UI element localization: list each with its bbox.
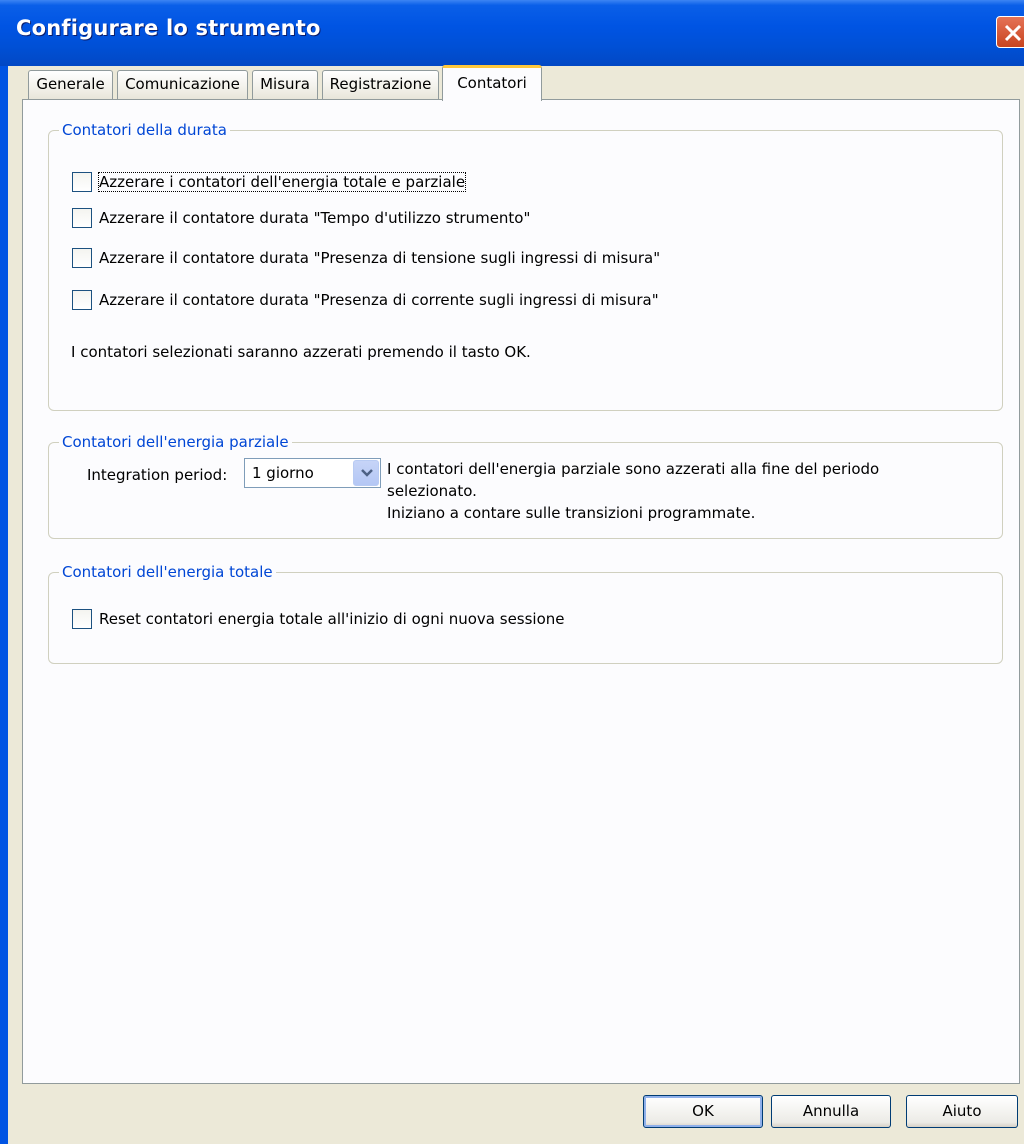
tab-registrazione[interactable]: Registrazione: [322, 70, 439, 99]
checkbox-label[interactable]: Azzerare i contatori dell'energia totale…: [97, 172, 467, 192]
group-totale-legend: Contatori dell'energia totale: [59, 562, 276, 582]
tab-contatori[interactable]: Contatori: [442, 65, 542, 101]
partial-info-line2: selezionato.: [387, 482, 477, 500]
tab-generale[interactable]: Generale: [28, 70, 113, 99]
checkbox-label[interactable]: Reset contatori energia totale all'inizi…: [99, 610, 565, 628]
group-durata-legend: Contatori della durata: [59, 120, 230, 140]
checkbox-row-reset-current-presence[interactable]: Azzerare il contatore durata "Presenza d…: [72, 289, 659, 311]
close-icon: [1004, 24, 1022, 42]
checkbox-row-reset-usage-time[interactable]: Azzerare il contatore durata "Tempo d'ut…: [72, 207, 530, 229]
window-title: Configurare lo strumento: [16, 16, 321, 40]
tab-comunicazione[interactable]: Comunicazione: [117, 70, 248, 99]
checkbox-label[interactable]: Azzerare il contatore durata "Presenza d…: [99, 291, 659, 309]
chevron-down-icon: [361, 469, 373, 477]
integration-period-label: Integration period:: [87, 466, 228, 484]
title-bar[interactable]: Configurare lo strumento: [0, 0, 1024, 66]
checkbox-label[interactable]: Azzerare il contatore durata "Presenza d…: [99, 249, 660, 267]
integration-period-value: 1 giorno: [252, 464, 314, 482]
checkbox-row-reset-total-session[interactable]: Reset contatori energia totale all'inizi…: [72, 608, 565, 630]
group-parziale: Contatori dell'energia parziale: [48, 432, 1003, 539]
checkbox[interactable]: [72, 172, 92, 192]
cancel-button[interactable]: Annulla: [771, 1095, 891, 1128]
tab-misura[interactable]: Misura: [252, 70, 318, 99]
checkbox-row-reset-voltage-presence[interactable]: Azzerare il contatore durata "Presenza d…: [72, 247, 660, 269]
checkbox[interactable]: [72, 208, 92, 228]
partial-info-line3: Iniziano a contare sulle transizioni pro…: [387, 504, 756, 522]
ok-button[interactable]: OK: [643, 1095, 763, 1128]
window-border: [0, 66, 8, 1144]
group-parziale-legend: Contatori dell'energia parziale: [59, 432, 292, 452]
checkbox[interactable]: [72, 609, 92, 629]
dialog-window: Configurare lo strumento Generale Comuni…: [0, 0, 1024, 1144]
dropdown-button[interactable]: [353, 460, 379, 486]
reset-note: I contatori selezionati saranno azzerati…: [71, 343, 531, 361]
checkbox[interactable]: [72, 248, 92, 268]
checkbox-row-reset-energy[interactable]: Azzerare i contatori dell'energia totale…: [72, 171, 467, 193]
checkbox[interactable]: [72, 290, 92, 310]
checkbox-label[interactable]: Azzerare il contatore durata "Tempo d'ut…: [99, 209, 530, 227]
close-button[interactable]: [996, 16, 1024, 48]
help-button[interactable]: Aiuto: [906, 1095, 1018, 1128]
partial-info-line1: I contatori dell'energia parziale sono a…: [387, 460, 880, 478]
integration-period-select[interactable]: 1 giorno: [244, 458, 381, 488]
